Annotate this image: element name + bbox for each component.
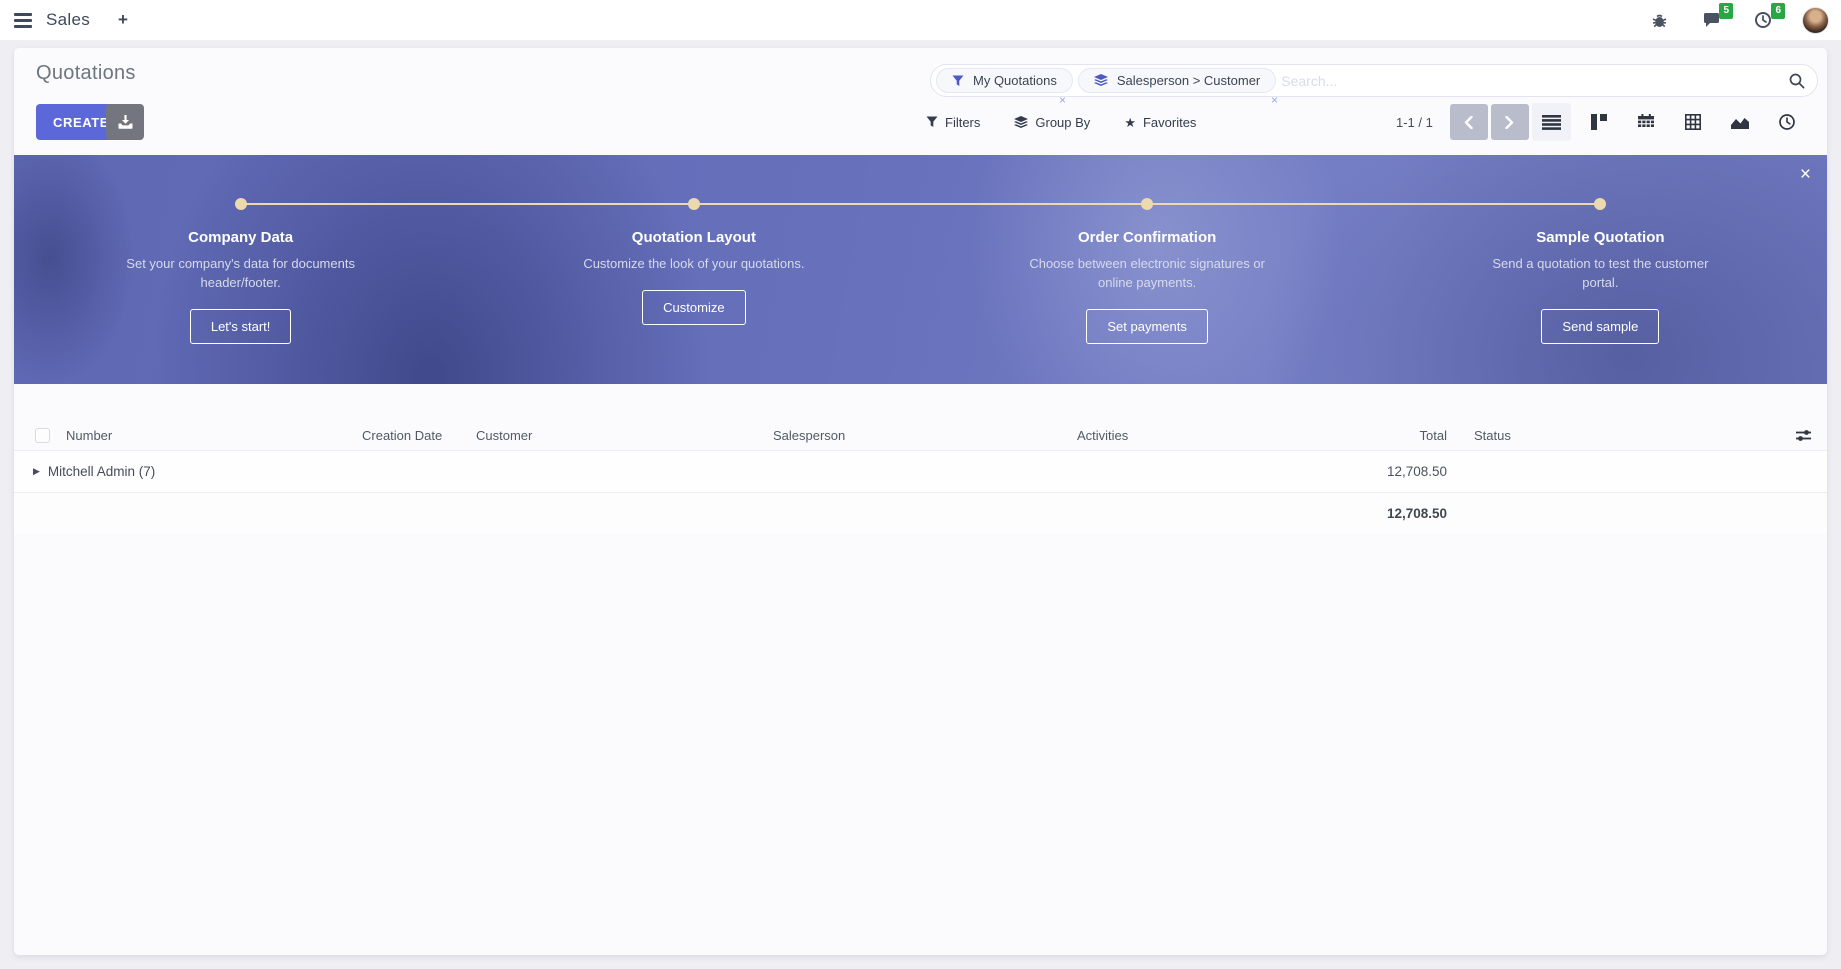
activities-clock-icon[interactable]: 6 bbox=[1750, 7, 1776, 33]
column-header-salesperson[interactable]: Salesperson bbox=[765, 428, 1069, 443]
download-icon bbox=[118, 115, 133, 129]
messages-badge: 5 bbox=[1719, 3, 1733, 19]
layers-icon bbox=[1014, 116, 1028, 129]
footer-total: 12,708.50 bbox=[1305, 506, 1449, 521]
search-icon[interactable] bbox=[1789, 73, 1805, 89]
pager-range: 1-1 / 1 bbox=[1396, 115, 1433, 130]
column-header-creation-date[interactable]: Creation Date bbox=[354, 428, 468, 443]
content-card: Quotations My Quotations Salesperson > C… bbox=[14, 48, 1827, 955]
activities-badge: 6 bbox=[1771, 3, 1785, 19]
timeline-dot bbox=[688, 198, 700, 210]
send-sample-button[interactable]: Send sample bbox=[1541, 309, 1659, 344]
apps-menu-icon[interactable] bbox=[0, 0, 46, 40]
facet-label: My Quotations bbox=[973, 73, 1057, 88]
group-total: 12,708.50 bbox=[1305, 464, 1449, 479]
view-switcher bbox=[1532, 103, 1806, 141]
search-input[interactable] bbox=[1281, 73, 1783, 89]
filter-icon bbox=[952, 75, 964, 87]
expand-caret-icon[interactable]: ▶ bbox=[33, 466, 40, 477]
select-all-checkbox[interactable] bbox=[35, 428, 50, 443]
step-description: Customize the look of your quotations. bbox=[568, 255, 820, 274]
timeline-dot bbox=[1594, 198, 1606, 210]
set-payments-button[interactable]: Set payments bbox=[1086, 309, 1208, 344]
step-description: Send a quotation to test the customer po… bbox=[1474, 255, 1726, 293]
pager-next-button[interactable] bbox=[1491, 104, 1529, 140]
messages-icon[interactable]: 5 bbox=[1698, 7, 1724, 33]
table-footer-row: 12,708.50 bbox=[14, 493, 1827, 533]
step-description: Set your company's data for documents he… bbox=[115, 255, 367, 293]
pager: 1-1 / 1 bbox=[1396, 104, 1529, 140]
filter-icon bbox=[926, 116, 938, 128]
list-view-icon bbox=[1542, 115, 1561, 130]
step-title: Order Confirmation bbox=[921, 229, 1374, 246]
customize-button[interactable]: Customize bbox=[642, 290, 745, 325]
favorites-label: Favorites bbox=[1143, 115, 1196, 130]
table-header: Number Creation Date Customer Salesperso… bbox=[14, 420, 1827, 450]
facet-remove-icon[interactable]: × bbox=[1271, 94, 1278, 106]
view-graph-button[interactable] bbox=[1720, 103, 1759, 141]
view-pivot-button[interactable] bbox=[1673, 103, 1712, 141]
view-kanban-button[interactable] bbox=[1579, 103, 1618, 141]
groupby-dropdown[interactable]: Group By bbox=[1014, 115, 1090, 130]
pager-prev-button[interactable] bbox=[1450, 104, 1488, 140]
timeline-dot bbox=[235, 198, 247, 210]
column-header-number[interactable]: Number bbox=[58, 428, 354, 443]
column-header-activities[interactable]: Activities bbox=[1069, 428, 1305, 443]
kanban-view-icon bbox=[1591, 114, 1607, 130]
lets-start-button[interactable]: Let's start! bbox=[190, 309, 292, 344]
groupby-label: Group By bbox=[1035, 115, 1090, 130]
calendar-view-icon bbox=[1638, 114, 1654, 130]
step-title: Company Data bbox=[14, 229, 467, 246]
filters-label: Filters bbox=[945, 115, 980, 130]
search-options: Filters Group By ★ Favorites bbox=[926, 104, 1196, 140]
plus-icon[interactable]: + bbox=[118, 10, 128, 30]
filters-dropdown[interactable]: Filters bbox=[926, 115, 980, 130]
group-label: Mitchell Admin (7) bbox=[48, 464, 155, 479]
debug-bug-icon[interactable] bbox=[1646, 7, 1672, 33]
layers-icon bbox=[1094, 74, 1108, 87]
table-group-row[interactable]: ▶ Mitchell Admin (7) 12,708.50 bbox=[14, 450, 1827, 493]
pivot-view-icon bbox=[1685, 114, 1701, 130]
search-facet-my-quotations[interactable]: My Quotations bbox=[936, 68, 1073, 93]
top-navbar: Sales + 5 6 bbox=[0, 0, 1841, 40]
hamburger-icon bbox=[14, 13, 32, 28]
onboarding-step-order-confirmation: Order Confirmation Choose between electr… bbox=[921, 155, 1374, 384]
search-facet-groupby[interactable]: Salesperson > Customer bbox=[1078, 68, 1276, 93]
onboarding-step-sample-quotation: Sample Quotation Send a quotation to tes… bbox=[1374, 155, 1827, 384]
column-header-status[interactable]: Status bbox=[1449, 428, 1779, 443]
graph-view-icon bbox=[1731, 115, 1749, 129]
app-name[interactable]: Sales bbox=[46, 10, 90, 30]
export-button[interactable] bbox=[106, 104, 144, 140]
onboarding-banner: × Company Data Set your company's data f… bbox=[14, 155, 1827, 384]
step-title: Quotation Layout bbox=[467, 229, 920, 246]
onboarding-step-quotation-layout: Quotation Layout Customize the look of y… bbox=[467, 155, 920, 384]
view-calendar-button[interactable] bbox=[1626, 103, 1665, 141]
timeline-dot bbox=[1141, 198, 1153, 210]
facet-label: Salesperson > Customer bbox=[1117, 73, 1260, 88]
chevron-left-icon bbox=[1464, 116, 1473, 129]
onboarding-step-company-data: Company Data Set your company's data for… bbox=[14, 155, 467, 384]
view-list-button[interactable] bbox=[1532, 103, 1571, 141]
chevron-right-icon bbox=[1505, 116, 1514, 129]
view-activity-button[interactable] bbox=[1767, 103, 1806, 141]
page-title: Quotations bbox=[36, 62, 136, 85]
favorites-dropdown[interactable]: ★ Favorites bbox=[1124, 115, 1196, 130]
step-description: Choose between electronic signatures or … bbox=[1021, 255, 1273, 293]
activity-view-icon bbox=[1779, 114, 1795, 130]
column-header-total[interactable]: Total bbox=[1305, 428, 1449, 443]
search-bar[interactable]: My Quotations Salesperson > Customer × × bbox=[930, 64, 1818, 97]
optional-columns-icon[interactable] bbox=[1796, 429, 1811, 442]
user-avatar[interactable] bbox=[1802, 7, 1829, 34]
star-icon: ★ bbox=[1124, 116, 1136, 129]
column-header-customer[interactable]: Customer bbox=[468, 428, 765, 443]
navbar-systray: 5 6 bbox=[1646, 7, 1841, 34]
step-title: Sample Quotation bbox=[1374, 229, 1827, 246]
